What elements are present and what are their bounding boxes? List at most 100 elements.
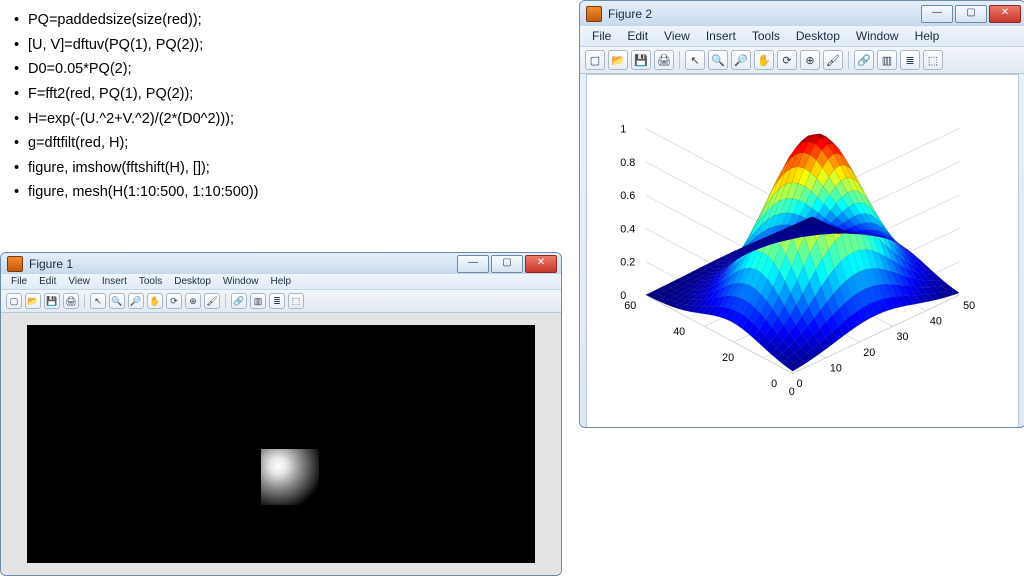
bullet: • [14,33,28,58]
brush-icon[interactable]: 🖌 [823,50,843,70]
link-icon[interactable]: 🔗 [231,293,247,309]
open-file-icon[interactable]: 📂 [25,293,41,309]
gaussian-blob [261,449,319,505]
link-icon[interactable]: 🔗 [854,50,874,70]
menu-help[interactable]: Help [909,28,946,44]
menu-insert[interactable]: Insert [98,276,131,287]
data-cursor-icon[interactable]: ⊕ [800,50,820,70]
pan-icon[interactable]: ✋ [754,50,774,70]
titlebar[interactable]: Figure 1 — ▢ ✕ [1,253,561,273]
new-file-icon[interactable]: ▢ [585,50,605,70]
window-title: Figure 1 [29,257,457,271]
window-title: Figure 2 [608,7,921,21]
svg-text:20: 20 [722,352,734,364]
pan-icon[interactable]: ✋ [147,293,163,309]
print-icon[interactable]: 🖨 [654,50,674,70]
open-file-icon[interactable]: 📂 [608,50,628,70]
zoom-out-icon[interactable]: 🔎 [128,293,144,309]
colorbar-icon[interactable]: ▥ [877,50,897,70]
pointer-icon[interactable]: ↖ [90,293,106,309]
svg-text:40: 40 [673,326,685,338]
menu-window[interactable]: Window [850,28,905,44]
legend-icon[interactable]: ≣ [900,50,920,70]
bullet: • [14,57,28,82]
bullet: • [14,131,28,156]
brush-icon[interactable]: 🖌 [204,293,220,309]
maximize-button[interactable]: ▢ [491,255,523,273]
menu-window[interactable]: Window [219,276,263,287]
bullet: • [14,156,28,181]
svg-text:10: 10 [830,362,842,374]
zoom-in-icon[interactable]: 🔍 [109,293,125,309]
menu-edit[interactable]: Edit [35,276,60,287]
titlebar[interactable]: Figure 2 — ▢ ✕ [580,1,1024,25]
dock-icon[interactable]: ⬚ [288,293,304,309]
matlab-icon [7,256,23,272]
rotate-icon[interactable]: ⟳ [777,50,797,70]
maximize-button[interactable]: ▢ [955,5,987,23]
colorbar-icon[interactable]: ▥ [250,293,266,309]
close-button[interactable]: ✕ [525,255,557,273]
save-icon[interactable]: 💾 [631,50,651,70]
svg-text:50: 50 [963,300,975,312]
toolbar: ▢📂💾🖨 ↖🔍🔎✋⟳⊕🖌 🔗▥≣⬚ [580,47,1024,74]
minimize-button[interactable]: — [921,5,953,23]
pointer-icon[interactable]: ↖ [685,50,705,70]
svg-text:40: 40 [930,315,942,327]
svg-text:0: 0 [771,378,777,390]
code-line: g=dftfilt(red, H); [28,131,128,156]
minimize-button[interactable]: — [457,255,489,273]
svg-text:0.2: 0.2 [620,257,635,269]
dock-icon[interactable]: ⬚ [923,50,943,70]
code-line: figure, imshow(fftshift(H), []); [28,156,210,181]
figure2-canvas[interactable]: 00.20.40.60.810204060010203040500 [586,74,1019,428]
menu-edit[interactable]: Edit [621,28,654,44]
bullet: • [14,180,28,205]
code-line: H=exp(-(U.^2+V.^2)/(2*(D0^2))); [28,107,234,132]
svg-text:30: 30 [897,331,909,343]
svg-text:1: 1 [620,123,626,135]
menubar: File Edit View Insert Tools Desktop Wind… [1,273,561,290]
svg-text:0.6: 0.6 [620,190,635,202]
menu-file[interactable]: File [586,28,617,44]
print-icon[interactable]: 🖨 [63,293,79,309]
zoom-out-icon[interactable]: 🔎 [731,50,751,70]
menu-desktop[interactable]: Desktop [170,276,215,287]
menu-view[interactable]: View [658,28,696,44]
code-line: F=fft2(red, PQ(1), PQ(2)); [28,82,193,107]
menu-tools[interactable]: Tools [135,276,166,287]
toolbar: ▢📂💾🖨 ↖🔍🔎✋⟳⊕🖌 🔗▥≣⬚ [1,290,561,313]
code-line: PQ=paddedsize(size(red)); [28,8,202,33]
svg-text:0: 0 [797,378,803,390]
svg-text:20: 20 [863,347,875,359]
matlab-icon [586,6,602,22]
menu-tools[interactable]: Tools [746,28,786,44]
menu-insert[interactable]: Insert [700,28,742,44]
menu-view[interactable]: View [64,276,94,287]
figure1-window: Figure 1 — ▢ ✕ File Edit View Insert Too… [0,252,562,576]
menu-help[interactable]: Help [267,276,296,287]
save-icon[interactable]: 💾 [44,293,60,309]
close-button[interactable]: ✕ [989,5,1021,23]
menubar: File Edit View Insert Tools Desktop Wind… [580,25,1024,47]
data-cursor-icon[interactable]: ⊕ [185,293,201,309]
bullet: • [14,82,28,107]
zoom-in-icon[interactable]: 🔍 [708,50,728,70]
legend-icon[interactable]: ≣ [269,293,285,309]
new-file-icon[interactable]: ▢ [6,293,22,309]
code-line: [U, V]=dftuv(PQ(1), PQ(2)); [28,33,203,58]
code-line: D0=0.05*PQ(2); [28,57,132,82]
svg-text:0.4: 0.4 [620,223,635,235]
mesh-plot: 00.20.40.60.810204060010203040500 [587,75,1018,427]
figure2-window: Figure 2 — ▢ ✕ File Edit View Insert Too… [579,0,1024,428]
image-display [27,325,535,563]
code-list: •PQ=paddedsize(size(red)); •[U, V]=dftuv… [14,8,259,205]
code-line: figure, mesh(H(1:10:500, 1:10:500)) [28,180,259,205]
menu-file[interactable]: File [7,276,31,287]
svg-text:0: 0 [789,386,795,398]
figure1-canvas[interactable] [1,313,561,575]
menu-desktop[interactable]: Desktop [790,28,846,44]
svg-text:0.8: 0.8 [620,157,635,169]
rotate-icon[interactable]: ⟳ [166,293,182,309]
svg-text:60: 60 [624,300,636,312]
